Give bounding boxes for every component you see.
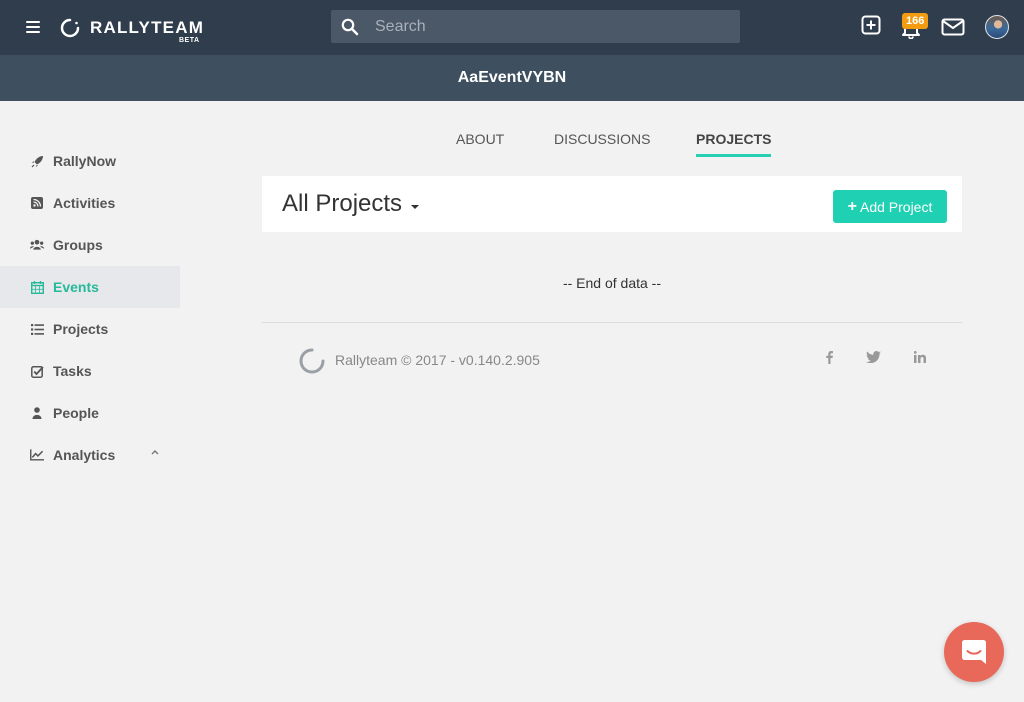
line-chart-icon [30, 448, 44, 462]
users-icon [30, 238, 44, 252]
sidebar-item-rallynow[interactable]: RallyNow [0, 140, 180, 182]
sidebar-item-projects[interactable]: Projects [0, 308, 180, 350]
sidebar-item-label: Events [53, 279, 99, 295]
calendar-icon [30, 280, 44, 294]
rocket-icon [30, 154, 44, 168]
checkbox-icon [30, 364, 44, 378]
sidebar-item-tasks[interactable]: Tasks [0, 350, 180, 392]
top-bar: RALLYTEAM BETA 166 [0, 0, 1024, 55]
logo-text: RALLYTEAM [90, 18, 205, 37]
sidebar-item-label: Projects [53, 321, 109, 337]
plus-icon: + [847, 197, 857, 215]
rss-icon [30, 196, 44, 210]
chat-launcher-button[interactable] [944, 622, 1004, 682]
projects-filter-label: All Projects [282, 190, 403, 217]
end-of-data-text: -- End of data -- [562, 275, 662, 291]
twitter-icon[interactable] [866, 351, 881, 363]
chevron-up-icon[interactable] [150, 448, 160, 456]
sidebar-item-label: Analytics [53, 447, 116, 463]
caret-down-icon[interactable] [410, 204, 420, 210]
tab-about[interactable]: ABOUT [456, 131, 504, 147]
add-project-label: Add Project [859, 198, 933, 215]
sidebar-item-people[interactable]: People [0, 392, 180, 434]
sidebar-item-label: People [53, 405, 99, 421]
page-title: AaEventVYBN [457, 69, 567, 86]
event-header: AaEventVYBN [0, 55, 1024, 101]
chat-icon [962, 640, 986, 664]
mail-icon[interactable] [941, 18, 965, 36]
list-icon [30, 322, 44, 336]
menu-icon[interactable] [26, 21, 40, 33]
linkedin-icon[interactable] [914, 351, 926, 363]
projects-filter-dropdown[interactable]: All Projects [282, 190, 402, 218]
projects-toolbar: All Projects + Add Project [262, 176, 962, 232]
search-input[interactable] [375, 10, 730, 43]
search-box [331, 10, 740, 43]
tab-discussions[interactable]: DISCUSSIONS [554, 131, 650, 147]
sidebar-item-events[interactable]: Events [0, 266, 180, 308]
search-icon [341, 18, 359, 36]
sidebar-item-label: Groups [53, 237, 103, 253]
tab-projects[interactable]: PROJECTS [696, 131, 771, 147]
footer-copyright: Rallyteam © 2017 - v0.140.2.905 [335, 352, 540, 368]
user-avatar[interactable] [985, 15, 1009, 39]
sidebar-item-label: Tasks [53, 363, 92, 379]
footer-logo-icon [299, 348, 325, 374]
add-project-button[interactable]: + Add Project [833, 190, 947, 223]
sidebar-item-analytics[interactable]: Analytics [0, 434, 180, 476]
sidebar: RallyNow Activities Groups Events Projec… [0, 140, 180, 476]
sidebar-item-groups[interactable]: Groups [0, 224, 180, 266]
sidebar-item-activities[interactable]: Activities [0, 182, 180, 224]
logo-icon [60, 18, 80, 38]
facebook-icon[interactable] [824, 350, 834, 364]
user-icon [30, 406, 44, 420]
divider [262, 322, 962, 323]
sidebar-item-label: RallyNow [53, 153, 117, 169]
active-tab-indicator [696, 154, 771, 157]
sidebar-item-label: Activities [53, 195, 116, 211]
add-icon[interactable] [861, 15, 881, 35]
beta-label: BETA [179, 37, 200, 44]
notification-badge: 166 [902, 13, 929, 29]
